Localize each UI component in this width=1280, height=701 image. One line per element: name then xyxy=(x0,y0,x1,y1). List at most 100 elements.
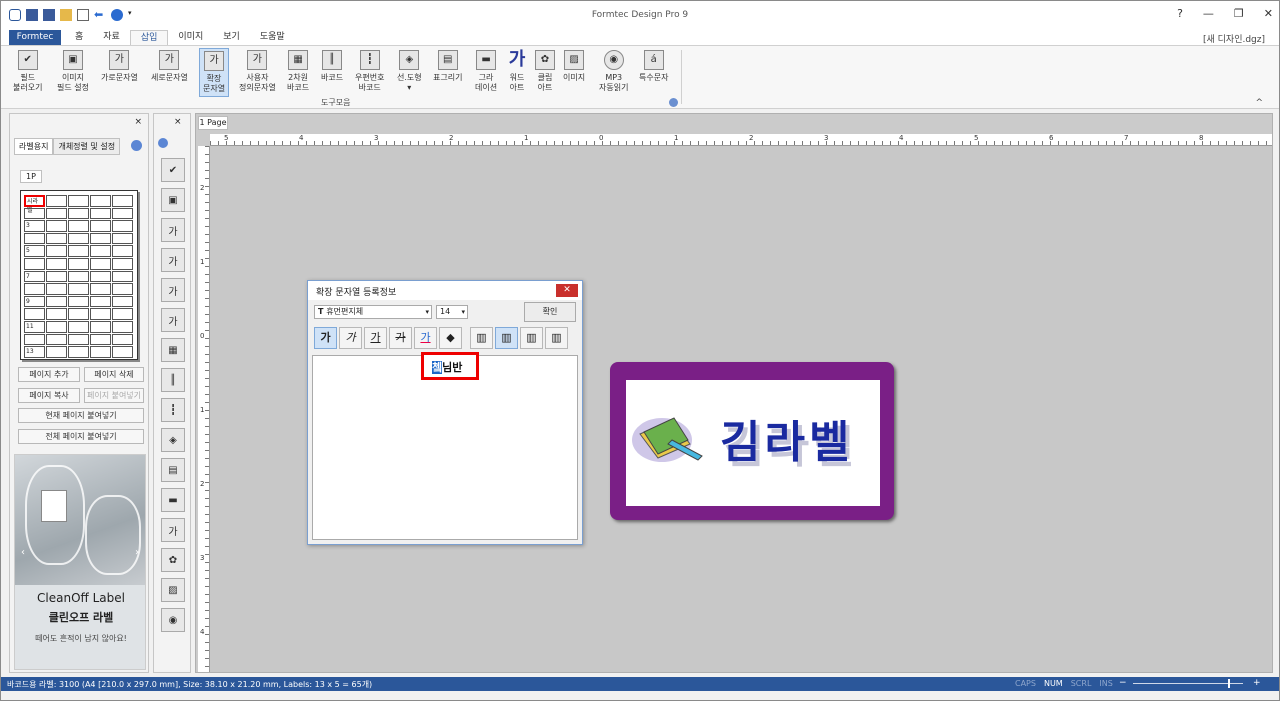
label-cell[interactable] xyxy=(90,220,111,232)
extended-text-editor[interactable]: 쳌님반 xyxy=(312,352,578,540)
toolbox-close-icon[interactable]: × xyxy=(174,117,182,127)
eraser-icon[interactable]: ◆ xyxy=(439,327,462,349)
toolbox-tool-icon[interactable]: ◉ xyxy=(161,608,185,632)
restore-icon[interactable]: ❐ xyxy=(1234,7,1244,20)
label-inner[interactable]: 김라벨 xyxy=(626,380,880,506)
paste-all-pages-button[interactable]: 전체 페이지 붙여넣기 xyxy=(18,429,144,444)
label-cell[interactable] xyxy=(90,346,111,358)
align-right-button[interactable]: ▥ xyxy=(520,327,543,349)
dialog-launcher-icon[interactable] xyxy=(669,98,678,107)
label-cell[interactable] xyxy=(24,308,45,320)
label-cell[interactable] xyxy=(46,220,67,232)
label-cell[interactable] xyxy=(68,283,89,295)
ok-button[interactable]: 확인 xyxy=(524,302,576,322)
advertisement-banner[interactable]: ‹ › CleanOff Label 클린오프 라벨 떼어도 흔적이 남지 않아… xyxy=(14,454,146,670)
toolbox-tool-icon[interactable]: ▦ xyxy=(161,338,185,362)
label-cell[interactable] xyxy=(68,320,89,333)
toolbox-tool-icon[interactable]: ◈ xyxy=(161,428,185,452)
label-cell[interactable] xyxy=(46,346,67,358)
font-size-select[interactable]: 14 ▾ xyxy=(436,305,468,319)
toolbox-tool-icon[interactable]: ▬ xyxy=(161,488,185,512)
special-char-button[interactable]: á 특수문자 xyxy=(639,50,668,83)
label-cell[interactable] xyxy=(46,195,67,207)
label-cell[interactable] xyxy=(68,346,89,358)
align-left-button[interactable]: ▥ xyxy=(470,327,493,349)
label-text[interactable]: 김라벨 xyxy=(720,406,853,470)
file-tab[interactable]: Formtec xyxy=(9,30,61,45)
field-highlight-box[interactable]: 쳌님반 xyxy=(421,352,479,380)
align-center-button[interactable]: ▥ xyxy=(495,327,518,349)
tab-insert[interactable]: 삽입 xyxy=(129,30,169,45)
close-icon[interactable]: ✕ xyxy=(1264,7,1273,20)
tab-help[interactable]: 도움말 xyxy=(250,30,295,45)
label-cell[interactable] xyxy=(90,245,111,257)
label-cell[interactable] xyxy=(112,207,133,220)
label-cell[interactable] xyxy=(68,308,89,320)
ad-prev-icon[interactable]: ‹ xyxy=(21,547,25,558)
image-field-settings-button[interactable]: ▣ 이미지 필드 설정 xyxy=(57,50,89,93)
delete-page-button[interactable]: 페이지 삭제 xyxy=(84,367,144,382)
toolbox-tool-icon[interactable]: ┇ xyxy=(161,398,185,422)
label-cell[interactable]: 9 xyxy=(24,295,45,308)
label-cell[interactable] xyxy=(24,257,45,270)
label-cell[interactable] xyxy=(90,270,111,283)
zoom-out-button[interactable]: − xyxy=(1119,678,1127,688)
label-cell[interactable]: 11 xyxy=(24,320,45,333)
label-cell[interactable] xyxy=(46,308,67,320)
image-button[interactable]: ▨ 이미지 xyxy=(563,50,585,83)
tab-label-paper[interactable]: 라벨용지 xyxy=(14,138,54,155)
toolbox-tool-icon[interactable]: 가 xyxy=(161,278,185,302)
field-load-button[interactable]: ✔ 필드 불러오기 xyxy=(13,50,42,93)
extended-text-button[interactable]: 가 확장 문자열 xyxy=(199,48,230,97)
help-icon[interactable]: ? xyxy=(1177,7,1183,20)
zoom-slider[interactable] xyxy=(1133,683,1243,684)
label-cell[interactable] xyxy=(68,245,89,257)
label-cell[interactable] xyxy=(24,283,45,295)
zoom-slider-thumb[interactable] xyxy=(1227,679,1230,688)
label-sheet-preview[interactable]: 시라벨 3 5 7 9 11 13 xyxy=(20,190,138,360)
barcode-button[interactable]: ║ 바코드 xyxy=(321,50,343,83)
label-cell[interactable] xyxy=(46,333,67,346)
label-cell[interactable] xyxy=(46,207,67,220)
label-cell[interactable] xyxy=(46,245,67,257)
label-cell[interactable] xyxy=(90,207,111,220)
custom-text-button[interactable]: 가 사용자 정의문자열 xyxy=(239,50,276,93)
label-design[interactable]: 김라벨 xyxy=(610,362,894,520)
page-tab[interactable]: 1 Page xyxy=(198,116,228,130)
mp3-autoread-button[interactable]: ◉ MP3 자동읽기 xyxy=(599,50,628,93)
gradation-button[interactable]: ▬ 그라 데이션 xyxy=(475,50,497,93)
strikethrough-button[interactable]: 가 xyxy=(389,327,412,349)
label-cell[interactable] xyxy=(46,295,67,308)
text-color-button[interactable]: 가 xyxy=(414,327,437,349)
bold-button[interactable]: 가 xyxy=(314,327,337,349)
collapse-ribbon-icon[interactable]: ^ xyxy=(1255,98,1263,108)
label-cell[interactable] xyxy=(46,257,67,270)
toolbox-tool-icon[interactable]: ✿ xyxy=(161,548,185,572)
toolbox-tool-icon[interactable]: ║ xyxy=(161,368,185,392)
label-cell[interactable] xyxy=(112,308,133,320)
label-cell[interactable] xyxy=(112,320,133,333)
tab-home[interactable]: 홈 xyxy=(65,30,93,45)
copy-page-button[interactable]: 페이지 복사 xyxy=(18,388,80,403)
label-cell[interactable] xyxy=(68,257,89,270)
book-clipart-icon[interactable] xyxy=(632,410,710,466)
clip-art-button[interactable]: ✿ 클립 아트 xyxy=(535,50,555,93)
label-cell[interactable] xyxy=(112,295,133,308)
tab-view[interactable]: 보기 xyxy=(213,30,250,45)
toolbox-tool-icon[interactable]: ✔ xyxy=(161,158,185,182)
toolbox-tool-icon[interactable]: 가 xyxy=(161,518,185,542)
label-cell[interactable] xyxy=(112,283,133,295)
label-cell[interactable]: 5 xyxy=(24,245,45,257)
label-cell[interactable] xyxy=(112,346,133,358)
label-cell[interactable] xyxy=(68,207,89,220)
label-cell[interactable] xyxy=(90,333,111,346)
label-cell[interactable]: 7 xyxy=(24,270,45,283)
label-cell[interactable] xyxy=(68,195,89,207)
panel-nav-icon[interactable] xyxy=(131,140,142,151)
label-cell[interactable] xyxy=(68,232,89,245)
table-draw-button[interactable]: ▤ 표그리기 xyxy=(433,50,462,83)
label-cell[interactable] xyxy=(24,207,45,220)
label-cell[interactable] xyxy=(46,270,67,283)
tab-image[interactable]: 이미지 xyxy=(168,30,213,45)
label-cell[interactable]: 3 xyxy=(24,220,45,232)
